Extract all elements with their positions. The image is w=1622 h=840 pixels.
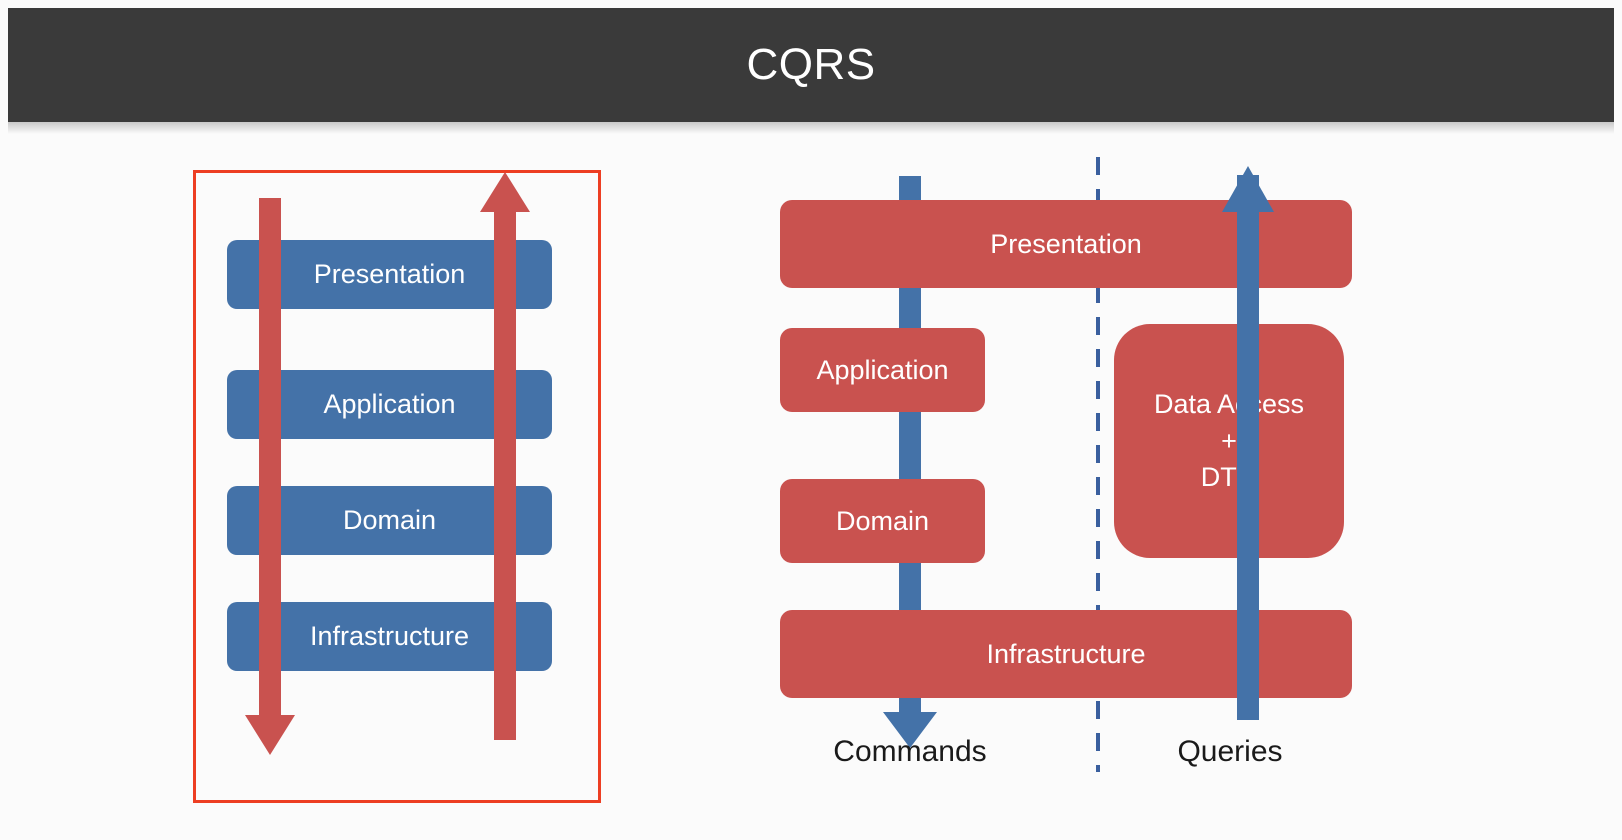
right-box-label: Presentation (990, 228, 1142, 259)
commands-label: Commands (833, 735, 987, 768)
left-layer-infrastructure[interactable]: Infrastructure (227, 602, 552, 671)
data-access-line-1: Data Access (1153, 389, 1305, 420)
left-layer-label: Application (323, 389, 456, 419)
left-layer-label: Domain (342, 505, 437, 535)
right-box-label: Application (816, 354, 949, 385)
left-layer-presentation[interactable]: Presentation (227, 240, 552, 309)
page-title: CQRS (746, 40, 876, 89)
left-layer-label: Infrastructure (309, 621, 470, 651)
data-access-line-3: DTO (1200, 462, 1258, 493)
right-box-domain[interactable]: Domain (780, 479, 985, 563)
data-access-line-2: + (1221, 425, 1237, 456)
right-box-application[interactable]: Application (780, 328, 985, 412)
right-box-label: Domain (835, 505, 930, 536)
slide-header: CQRS (8, 8, 1614, 122)
left-layer-application[interactable]: Application (227, 370, 552, 439)
right-box-presentation[interactable]: Presentation (780, 200, 1352, 288)
header-shadow (8, 122, 1614, 134)
right-box-label: Infrastructure (986, 638, 1146, 669)
left-layer-domain[interactable]: Domain (227, 486, 552, 555)
right-box-infrastructure[interactable]: Infrastructure (780, 610, 1352, 698)
right-box-data-access[interactable]: Data Access + DTO (1114, 324, 1344, 558)
queries-label: Queries (1177, 735, 1283, 768)
left-layer-label: Presentation (313, 259, 466, 289)
